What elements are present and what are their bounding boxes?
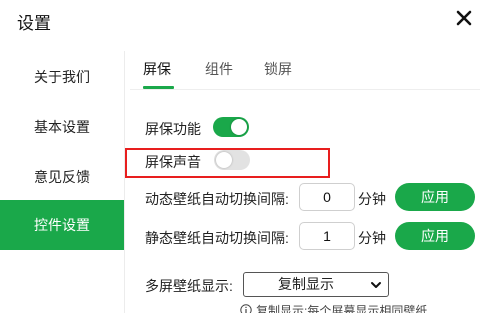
- screensaver-sound-toggle[interactable]: [214, 150, 250, 170]
- sidebar-item-about[interactable]: 关于我们: [0, 52, 124, 102]
- screensaver-function-toggle[interactable]: [213, 117, 249, 137]
- static-interval-unit: 分钟: [358, 230, 386, 246]
- close-icon: [456, 10, 472, 26]
- info-icon: [240, 304, 252, 313]
- tab-screensaver[interactable]: 屏保: [143, 59, 171, 79]
- sidebar-divider: [124, 51, 125, 313]
- sidebar: 关于我们 基本设置 意见反馈 控件设置: [0, 51, 124, 313]
- close-button[interactable]: [454, 8, 474, 28]
- sidebar-item-control-settings[interactable]: 控件设置: [0, 200, 124, 250]
- dynamic-apply-button[interactable]: 应用: [395, 183, 475, 211]
- chevron-down-icon: [371, 282, 381, 288]
- static-interval-input[interactable]: 1: [299, 222, 355, 250]
- multi-screen-label: 多屏壁纸显示:: [145, 278, 233, 294]
- sidebar-item-feedback[interactable]: 意见反馈: [0, 152, 124, 202]
- screensaver-function-label: 屏保功能: [145, 121, 201, 137]
- window-title: 设置: [17, 14, 51, 33]
- static-interval-label: 静态壁纸自动切换间隔:: [145, 230, 289, 246]
- sidebar-item-basic-settings[interactable]: 基本设置: [0, 102, 124, 152]
- dynamic-interval-label: 动态壁纸自动切换间隔:: [145, 191, 289, 207]
- toggle-knob: [231, 119, 247, 135]
- dynamic-interval-unit: 分钟: [358, 191, 386, 207]
- tab-lockscreen[interactable]: 锁屏: [264, 59, 292, 79]
- multi-screen-select[interactable]: 复制显示: [243, 272, 389, 297]
- screensaver-sound-label: 屏保声音: [145, 154, 201, 170]
- dynamic-interval-input[interactable]: 0: [299, 183, 355, 211]
- toggle-knob: [216, 152, 232, 168]
- multi-screen-selected: 复制显示: [278, 276, 334, 292]
- note-text: 复制显示:每个屏幕显示相同壁纸: [256, 304, 428, 313]
- tab-divider: [130, 89, 480, 90]
- multi-screen-note: 复制显示:每个屏幕显示相同壁纸: [240, 302, 427, 313]
- tab-widgets[interactable]: 组件: [205, 59, 233, 79]
- static-apply-button[interactable]: 应用: [395, 222, 475, 250]
